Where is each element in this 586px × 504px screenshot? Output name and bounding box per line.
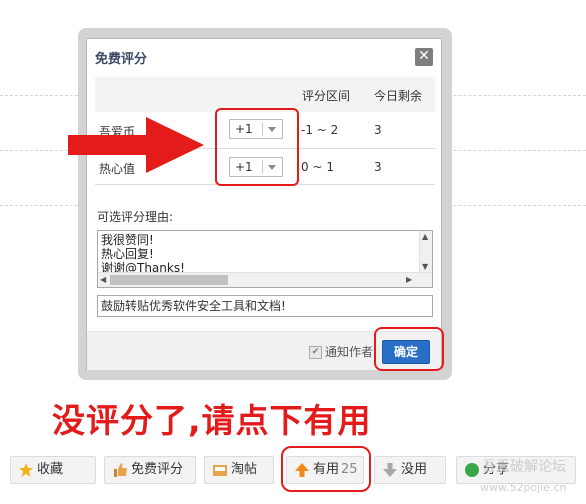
enthusiasm-remaining: 3 [374, 160, 382, 174]
digg-label: 淘帖 [231, 462, 258, 477]
notify-checkbox[interactable]: ✔ [309, 346, 322, 359]
notify-label: 通知作者 [325, 345, 374, 359]
reason-input[interactable]: 鼓励转贴优秀软件安全工具和文档! [97, 295, 433, 317]
select-highlight-box [215, 108, 299, 186]
coin-remaining: 3 [374, 123, 382, 137]
scroll-thumb[interactable] [110, 275, 228, 285]
arrow-down-icon [383, 463, 397, 477]
close-icon[interactable]: ✕ [415, 48, 433, 66]
confirm-highlight-box [374, 327, 444, 371]
favorite-button[interactable]: 收藏 [10, 456, 96, 484]
rate-label: 免费评分 [131, 462, 184, 477]
reason-list[interactable]: 我很赞同! 热心回复! 谢谢@Thanks! ▲ ▼ ◀ ▶ [97, 230, 433, 288]
useless-label: 没用 [401, 462, 428, 477]
column-header-range: 评分区间 [302, 89, 351, 103]
thumbs-up-icon [114, 463, 127, 477]
reason-option[interactable]: 我很赞同! [101, 233, 185, 247]
scroll-up-icon[interactable]: ▲ [422, 232, 428, 241]
rate-button[interactable]: 免费评分 [104, 456, 196, 484]
coin-range: -1 ~ 2 [301, 123, 339, 137]
column-header-remaining: 今日剩余 [374, 89, 423, 103]
vertical-scrollbar[interactable]: ▲ ▼ [419, 231, 432, 275]
share-icon [465, 463, 479, 477]
useful-highlight-box [281, 446, 371, 492]
scroll-left-icon[interactable]: ◀ [100, 275, 106, 284]
scroll-down-icon[interactable]: ▼ [422, 262, 428, 271]
horizontal-scrollbar[interactable]: ◀ ▶ [98, 272, 432, 287]
scroll-right-icon[interactable]: ▶ [406, 275, 412, 284]
tray-icon [213, 465, 227, 476]
enthusiasm-range: 0 ~ 1 [301, 160, 334, 174]
useless-button[interactable]: 没用 [374, 456, 446, 484]
star-icon [19, 463, 33, 477]
red-arrow-icon [68, 117, 204, 173]
watermark-url: www.52pojie.cn [480, 481, 567, 494]
reason-label: 可选评分理由: [97, 210, 174, 224]
digg-button[interactable]: 淘帖 [204, 456, 274, 484]
annotation-caption: 没评分了,请点下有用 [52, 401, 372, 440]
rating-dialog: 免费评分 ✕ 评分区间 今日剩余 吾爱币 +1 -1 ~ 2 3 热心值 +1 … [86, 38, 444, 371]
watermark: 吾爱破解论坛 [482, 459, 566, 475]
reason-option[interactable]: 热心回复! [101, 247, 185, 261]
dialog-title: 免费评分 [95, 52, 148, 67]
favorite-label: 收藏 [37, 462, 64, 477]
